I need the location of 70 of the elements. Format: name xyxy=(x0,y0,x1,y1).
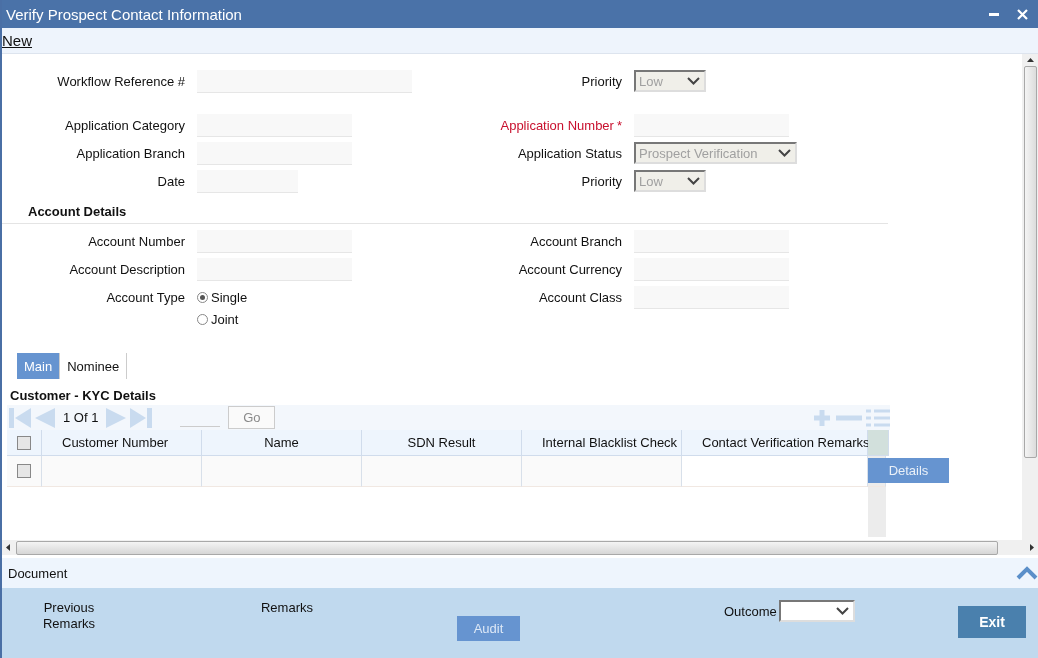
last-page-icon[interactable] xyxy=(130,407,153,428)
outcome-dropdown[interactable] xyxy=(778,600,855,622)
section-title: Customer - KYC Details xyxy=(9,387,157,405)
close-icon[interactable] xyxy=(1017,8,1028,20)
text-field[interactable] xyxy=(634,230,789,253)
field-label: Priority xyxy=(581,74,622,89)
chevron-down-icon xyxy=(835,607,849,615)
checkbox[interactable] xyxy=(17,464,31,478)
tab[interactable]: Nominee xyxy=(60,353,128,379)
window-title: Verify Prospect Contact Information xyxy=(6,5,242,23)
field-label: Application Category xyxy=(64,117,185,135)
details-button[interactable]: Details xyxy=(868,458,949,483)
vertical-scrollbar[interactable] xyxy=(1022,54,1038,540)
add-icon[interactable] xyxy=(812,407,832,428)
field-label: Application Branch xyxy=(75,145,185,163)
tab[interactable]: Main xyxy=(17,353,61,379)
radio-option[interactable]: Single xyxy=(197,286,442,308)
field-label: Account Number xyxy=(87,233,185,251)
exit-button[interactable]: Exit xyxy=(958,606,1026,638)
section-title: Account Details xyxy=(2,198,888,224)
column-header: SDN Result xyxy=(362,430,522,456)
audit-button[interactable]: Audit xyxy=(457,616,520,641)
field-label: Priority xyxy=(581,174,622,189)
minimize-icon[interactable] xyxy=(989,12,999,16)
field-label: Account Class xyxy=(538,290,622,305)
scroll-up-icon[interactable] xyxy=(1026,58,1034,62)
checkbox[interactable] xyxy=(17,435,31,450)
text-field[interactable] xyxy=(634,114,789,137)
chevron-down-icon xyxy=(687,77,700,85)
text-field[interactable] xyxy=(197,258,352,281)
text-field[interactable] xyxy=(634,258,789,281)
text-field[interactable] xyxy=(197,70,412,93)
radio-dot-icon xyxy=(200,294,205,300)
text-field[interactable] xyxy=(197,230,352,253)
radio-button[interactable] xyxy=(197,313,208,325)
column-header: Contact Verification Remarks xyxy=(682,430,868,456)
field-label: Account Type xyxy=(105,289,185,307)
field-label: Application Status xyxy=(517,146,622,161)
column-header: Customer Number xyxy=(42,430,202,456)
outcome-label: Outcome xyxy=(724,603,777,619)
chevron-down-icon xyxy=(687,177,700,185)
radio-button[interactable] xyxy=(197,291,208,303)
column-header: Name xyxy=(202,430,362,456)
field-label: Application Number xyxy=(500,118,614,133)
page-indicator: 1 Of 1 xyxy=(63,410,99,425)
field-label: Workflow Reference # xyxy=(56,73,185,91)
column-header: Internal Blacklist Check xyxy=(522,430,682,456)
list-icon[interactable] xyxy=(866,407,890,428)
previous-remarks-link[interactable]: Previous Remarks xyxy=(29,600,109,632)
scroll-right-icon[interactable] xyxy=(1030,544,1034,551)
document-label[interactable]: Document xyxy=(8,565,68,581)
chevron-down-icon xyxy=(778,149,791,157)
scroll-left-icon[interactable] xyxy=(6,544,10,551)
remarks-link[interactable]: Remarks xyxy=(247,600,327,616)
horizontal-scrollbar[interactable] xyxy=(2,540,1038,555)
text-field[interactable] xyxy=(197,142,352,165)
previous-page-icon[interactable] xyxy=(35,407,55,428)
required-mark: * xyxy=(616,118,622,133)
field-label: Account Branch xyxy=(530,234,622,249)
field-label: Account Description xyxy=(68,261,185,279)
text-field[interactable] xyxy=(634,286,789,309)
toolbar-link[interactable]: New xyxy=(2,32,32,49)
radio-option[interactable]: Joint xyxy=(197,308,442,330)
first-page-icon[interactable] xyxy=(9,407,31,428)
chevron-up-icon[interactable] xyxy=(1016,566,1038,580)
field-label: Account Currency xyxy=(518,262,622,277)
text-field[interactable] xyxy=(197,170,298,193)
text-field[interactable] xyxy=(197,114,352,137)
field-label: Date xyxy=(156,173,185,191)
next-page-icon[interactable] xyxy=(106,407,127,428)
